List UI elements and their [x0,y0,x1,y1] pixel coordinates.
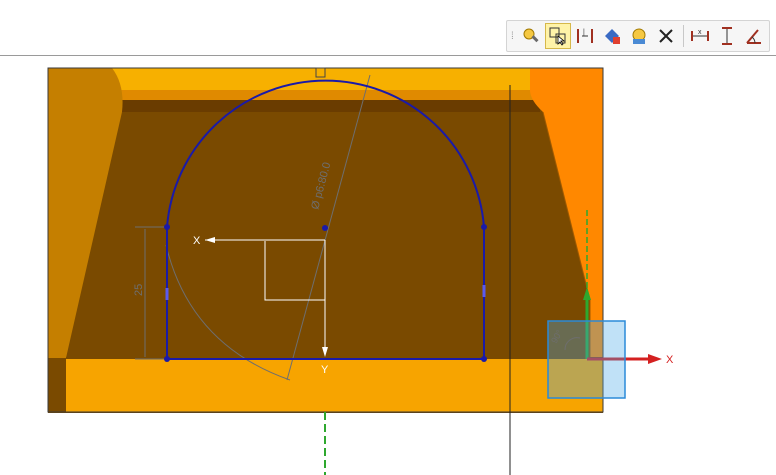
bottom-rim-face [66,358,603,412]
height-dimension-label[interactable]: 25 [133,284,145,296]
sketch-y-label: Y [321,364,329,376]
sketch-vertex[interactable] [322,225,328,231]
sketch-vertex[interactable] [164,224,170,230]
sketch-vertex[interactable] [164,356,170,362]
sketch-x-label: X [193,235,201,247]
datum-x-arrow [648,354,662,364]
graphics-canvas[interactable]: 25 Ø p6:80.0 X Y X 90° [0,0,776,475]
top-rim-shade [100,90,540,100]
top-rim-shadow [100,100,540,112]
datum-x-label: X [666,354,674,366]
sketch-vertex[interactable] [481,356,487,362]
sketch-vertex[interactable] [481,224,487,230]
top-rim-face [100,68,540,90]
